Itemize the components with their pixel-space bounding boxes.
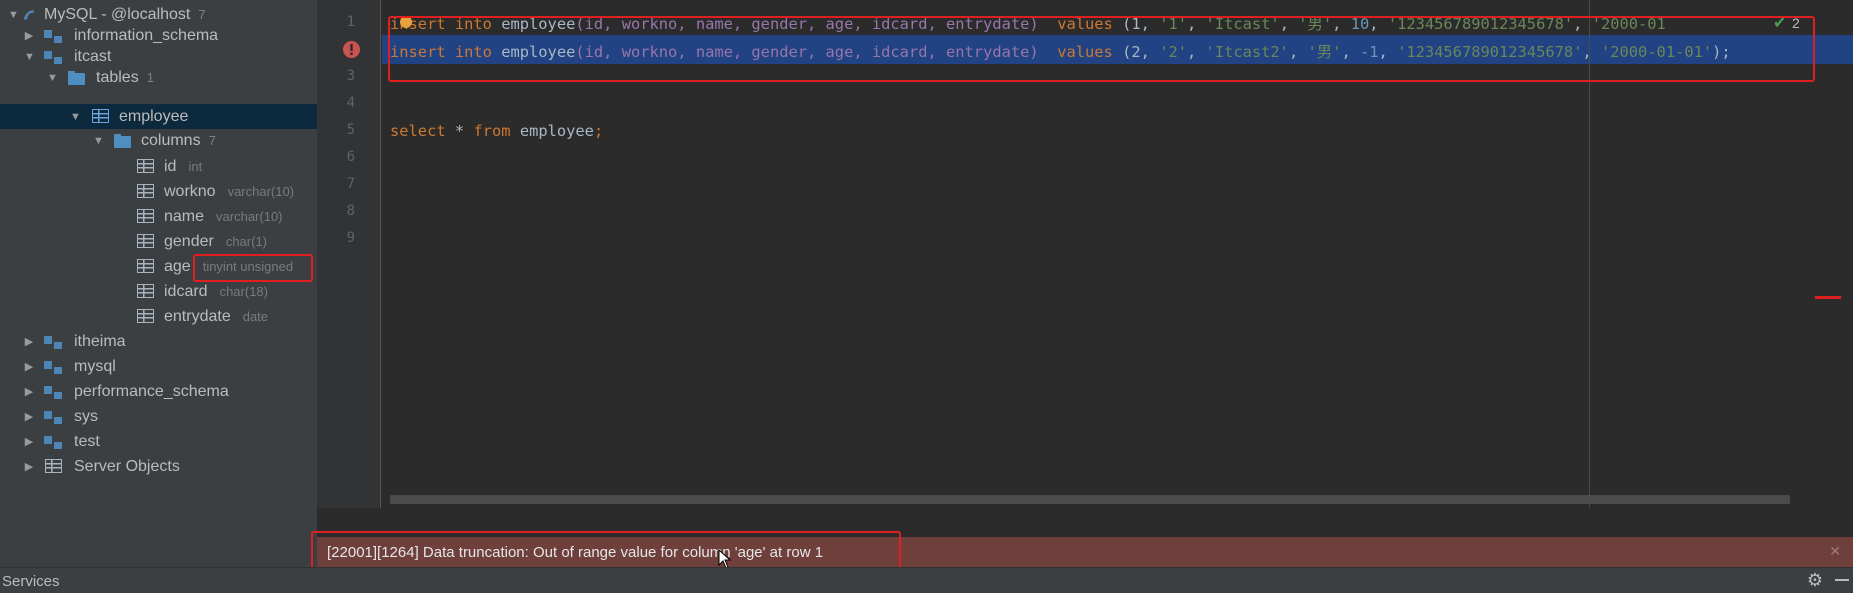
tree-item-label: tables 1 (96, 68, 154, 86)
column-icon (137, 184, 154, 198)
chevron-down-icon[interactable]: ▼ (93, 134, 104, 148)
chevron-down-icon[interactable]: ▼ (70, 110, 81, 124)
services-tab[interactable]: Services (2, 573, 60, 590)
chevron-right-icon[interactable]: ▶ (24, 435, 34, 449)
mouse-cursor-icon (718, 549, 732, 569)
tree-table-employee[interactable]: ▼ employee (0, 104, 317, 129)
gear-icon[interactable]: ⚙ (1807, 570, 1823, 591)
tree-item-label: itheima (74, 332, 126, 350)
chevron-down-icon[interactable]: ▼ (47, 71, 58, 85)
chevron-right-icon[interactable]: ▶ (24, 360, 34, 374)
close-icon[interactable]: ✕ (1829, 543, 1841, 560)
chevron-right-icon[interactable]: ▶ (24, 29, 34, 43)
tree-root-label: MySQL - @localhost 7 (44, 5, 206, 23)
tree-schema-mysql[interactable]: ▶ mysql (0, 354, 317, 379)
tree-item-label: sys (74, 407, 98, 425)
tree-schema-itheima[interactable]: ▶ itheima (0, 329, 317, 354)
tree-server-objects[interactable]: ▶ Server Objects (0, 454, 317, 479)
line-number: 6 (346, 149, 355, 165)
tree-item-label: test (74, 432, 100, 450)
chevron-down-icon[interactable]: ▼ (8, 8, 19, 22)
line-number: 1 (346, 14, 355, 30)
line-number: 7 (346, 176, 355, 192)
line-number: 9 (346, 230, 355, 246)
tree-column-entrydate[interactable]: entrydate date (0, 304, 317, 329)
editor-gutter: 1 2 3 4 5 6 7 8 9 (317, 0, 381, 508)
tree-schema-performance-schema[interactable]: ▶ performance_schema (0, 379, 317, 404)
tree-schema-test[interactable]: ▶ test (0, 429, 317, 454)
schema-icon (44, 384, 62, 400)
minimize-icon[interactable] (1835, 579, 1849, 581)
chevron-right-icon[interactable]: ▶ (24, 460, 34, 474)
folder-icon (68, 70, 86, 86)
column-icon (137, 284, 154, 298)
age-type-highlight (193, 254, 313, 282)
tree-item-label: idcard char(18) (164, 282, 268, 300)
line-number: 4 (346, 95, 355, 111)
chevron-right-icon[interactable]: ▶ (24, 385, 34, 399)
column-icon (137, 159, 154, 173)
tree-item-label: name varchar(10) (164, 207, 283, 225)
column-icon (137, 209, 154, 223)
tree-item-label: gender char(1) (164, 232, 268, 250)
schema-icon (44, 49, 62, 65)
tree-column-name[interactable]: name varchar(10) (0, 204, 317, 229)
schema-icon (44, 409, 62, 425)
line-number: 3 (346, 68, 355, 84)
column-icon (137, 309, 154, 323)
schema-icon (44, 434, 62, 450)
line-number: 8 (346, 203, 355, 219)
sql-editor[interactable]: insert into employee(id, workno, name, g… (382, 0, 1853, 508)
column-icon (137, 259, 154, 273)
error-icon[interactable] (342, 40, 361, 59)
tree-item-label: id int (164, 157, 203, 175)
server-objects-icon (45, 459, 62, 473)
database-tree-panel: ▼ MySQL - @localhost 7 ▶ information_sche… (0, 0, 317, 567)
schema-icon (44, 359, 62, 375)
schema-icon (44, 28, 62, 44)
tree-item-label: columns 7 (141, 131, 216, 149)
tree-item-label: employee (119, 107, 189, 125)
tree-item-label: itcast (74, 47, 112, 65)
chevron-down-icon[interactable]: ▼ (24, 50, 35, 64)
tree-column-workno[interactable]: workno varchar(10) (0, 179, 317, 204)
tree-folder-tables[interactable]: ▼ tables 1 (0, 65, 317, 90)
mysql-dolphin-icon (23, 9, 35, 19)
tree-item-label: information_schema (74, 26, 219, 44)
statement-highlight (388, 16, 1815, 82)
tree-item-label: workno varchar(10) (164, 182, 295, 200)
line-number: 5 (346, 122, 355, 138)
schema-icon (44, 334, 62, 350)
tree-column-gender[interactable]: gender char(1) (0, 229, 317, 254)
tree-item-label: mysql (74, 357, 116, 375)
error-stripe-mark[interactable] (1815, 296, 1841, 299)
tree-item-label: performance_schema (74, 382, 229, 400)
chevron-right-icon[interactable]: ▶ (24, 335, 34, 349)
tree-item-label: Server Objects (74, 457, 180, 475)
tree-column-idcard[interactable]: idcard char(18) (0, 279, 317, 304)
chevron-right-icon[interactable]: ▶ (24, 410, 34, 424)
column-icon (137, 234, 154, 248)
folder-icon (114, 133, 132, 149)
tree-schema-sys[interactable]: ▶ sys (0, 404, 317, 429)
table-icon (92, 109, 109, 123)
horizontal-scrollbar[interactable] (390, 495, 1790, 504)
tree-item-label: entrydate date (164, 307, 269, 325)
tree-column-id[interactable]: id int (0, 154, 317, 179)
status-bar: Services ⚙ (0, 567, 1853, 593)
code-line-5[interactable]: select * from employee; (390, 122, 603, 140)
tree-folder-columns[interactable]: ▼ columns 7 (0, 128, 317, 153)
